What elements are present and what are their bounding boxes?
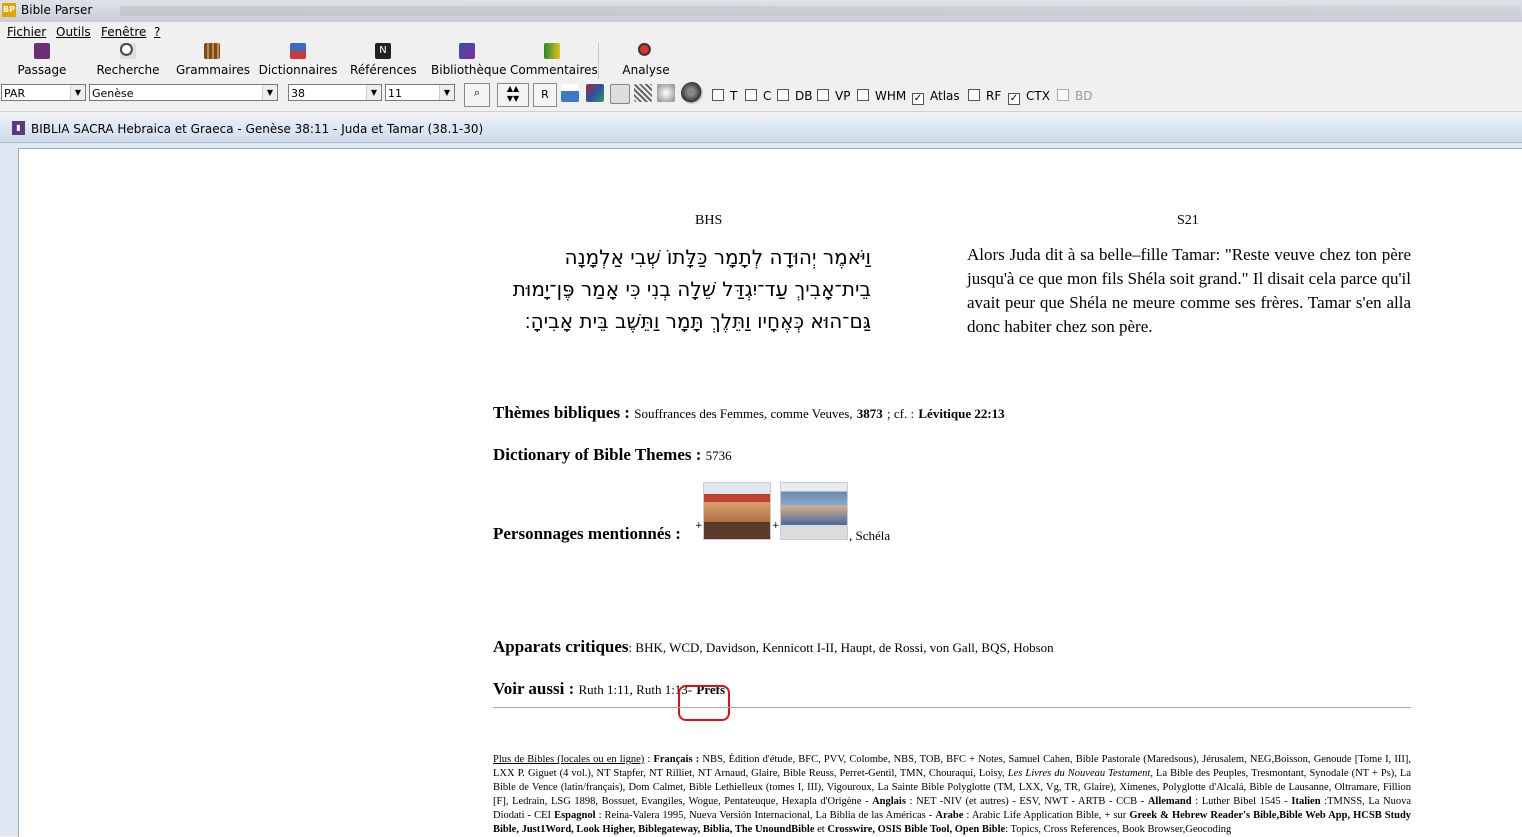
- more-bibles-link[interactable]: Plus de Bibles (locales ou en ligne): [493, 754, 644, 765]
- checkbox-vp[interactable]: VP: [817, 89, 850, 103]
- text-tool-icon[interactable]: [561, 84, 579, 102]
- menu-help[interactable]: ?: [154, 25, 160, 39]
- reference-icon: N: [375, 43, 391, 59]
- app-title-bar: BP Bible Parser: [0, 0, 1522, 23]
- chevron-down-icon: ▼: [262, 85, 277, 100]
- stacked-books-icon[interactable]: [586, 84, 604, 102]
- bible-window-icon: ▮: [12, 121, 25, 135]
- themes-label: Thèmes bibliques :: [493, 403, 630, 422]
- checkbox-t[interactable]: T: [712, 89, 737, 103]
- passage-content: BHS S21 וַיֹּאמֶר יְהוּדָה לְתָמָר כַּלָ…: [18, 148, 1522, 837]
- themes-separator: ; cf. :: [887, 406, 915, 421]
- menu-fichier[interactable]: Fichier: [7, 25, 46, 39]
- more-bibles-footer: Plus de Bibles (locales ou en ligne) : F…: [493, 754, 1412, 835]
- voir-refs-link[interactable]: Ruth 1:11, Ruth 1:13: [579, 682, 688, 697]
- library-icon: [459, 43, 475, 59]
- version-select[interactable]: PAR ▼: [1, 84, 86, 101]
- camera-icon[interactable]: [681, 82, 703, 104]
- hebrew-line: בֵית־אָבִיךְ עַד־יִגְדַּל שֵׁלָה בְנִי כ…: [512, 277, 871, 301]
- passage-button[interactable]: Passage: [14, 43, 70, 79]
- hebrew-line: וַיֹּאמֶר יְהוּדָה לְתָמָר כַּלָּתוֹ שְׁ…: [564, 245, 871, 269]
- prefs-highlight-ring: [678, 685, 730, 721]
- chevron-down-icon: ▼: [439, 85, 454, 100]
- analysis-magnifier-icon: [638, 43, 654, 59]
- mdi-area: ▮ BIBLIA SACRA Hebraica et Graeca - Genè…: [0, 116, 1522, 837]
- r-button[interactable]: R: [533, 83, 557, 107]
- chapter-select[interactable]: 38 ▼: [288, 84, 382, 101]
- bibliotheque-button[interactable]: Bibliothèque: [431, 43, 507, 79]
- commentaires-button[interactable]: Commentaires: [510, 43, 598, 79]
- dbt-label: Dictionary of Bible Themes :: [493, 445, 702, 464]
- magnifier-icon: ⌕: [473, 86, 481, 99]
- hebrew-text: וַיֹּאמֶר יְהוּדָה לְתָמָר כַּלָּתוֹ שְׁ…: [491, 241, 871, 337]
- footer-divider: [493, 707, 1411, 708]
- apparats-list: : BHK, WCD, Davidson, Kennicott I-II, Ha…: [628, 640, 1054, 655]
- search-verse-button[interactable]: ⌕: [464, 83, 490, 107]
- persons-plus-2: +: [772, 521, 780, 531]
- spinner-arrows-icon: ▲▲ ▼▼: [506, 84, 520, 103]
- title-bar-blurred-area: [120, 6, 1520, 16]
- themes-ref-link[interactable]: Lévitique 22:13: [918, 406, 1004, 421]
- menu-fenetre[interactable]: Fenêtre: [101, 25, 146, 39]
- menu-outils[interactable]: Outils: [56, 25, 91, 39]
- dictionnaires-button[interactable]: Dictionnaires: [258, 43, 338, 79]
- verse-select[interactable]: 11 ▼: [385, 84, 455, 101]
- book-select[interactable]: Genèse ▼: [89, 84, 278, 101]
- references-button[interactable]: N Références: [350, 43, 417, 79]
- app-title: Bible Parser: [21, 3, 93, 17]
- themes-text: Souffrances des Femmes, comme Veuves,: [634, 406, 853, 421]
- persons-label: Personnages mentionnés :: [493, 524, 681, 543]
- recherche-button[interactable]: Recherche: [95, 43, 161, 79]
- checkbox-atlas[interactable]: ✓ Atlas: [912, 89, 960, 105]
- selector-bar: PAR ▼ Genèse ▼ 38 ▼ 11 ▼ ⌕ ▲▲ ▼▼ R T C DB…: [0, 81, 1522, 112]
- menu-bar: Fichier Outils Fenêtre ?: [0, 22, 1522, 41]
- bible-sites-links-2[interactable]: Crosswire, OSIS Bible Tool, Open Bible: [827, 824, 1005, 835]
- column-header-bhs: BHS: [695, 213, 723, 228]
- themes-number-link[interactable]: 3873: [857, 406, 883, 421]
- themes-section: Thèmes bibliques : Souffrances des Femme…: [493, 403, 1005, 423]
- child-window-title: BIBLIA SACRA Hebraica et Graeca - Genèse…: [31, 122, 484, 136]
- dbt-section: Dictionary of Bible Themes : 5736: [493, 445, 732, 465]
- french-translation: Alors Juda dit à sa belle–fille Tamar: "…: [967, 245, 1411, 336]
- checkbox-ctx[interactable]: ✓ CTX: [1008, 89, 1050, 105]
- magnifier-icon: [120, 43, 136, 59]
- apparats-label: Apparats critiques: [493, 637, 629, 656]
- tamar-portrait-image[interactable]: [780, 482, 848, 540]
- checkbox-bd: BD: [1057, 89, 1092, 103]
- chevron-down-icon: ▼: [366, 85, 381, 100]
- apparats-section: Apparats critiques: BHK, WCD, Davidson, …: [493, 637, 1054, 657]
- checkbox-c[interactable]: C: [745, 89, 771, 103]
- book-icon: [34, 43, 50, 59]
- books-icon: [204, 43, 220, 59]
- juda-portrait-image[interactable]: [703, 482, 771, 540]
- checkbox-db[interactable]: DB: [777, 89, 812, 103]
- checkbox-whm[interactable]: WHM: [857, 89, 906, 103]
- checkbox-rf[interactable]: RF: [968, 89, 1001, 103]
- analyse-button[interactable]: Analyse: [618, 43, 674, 79]
- persons-plus-1: +: [695, 521, 703, 531]
- persons-tail: , Schéla: [849, 528, 891, 543]
- toolbar-separator: [598, 43, 599, 79]
- tree-icon[interactable]: [610, 84, 630, 104]
- comment-book-icon: [544, 43, 560, 59]
- navigate-spinner[interactable]: ▲▲ ▼▼: [497, 83, 529, 107]
- hebrew-line: גַּם־הוּא כְּאֶחָיו וַתֵּלֶךְ תָּמָר וַת…: [524, 309, 871, 333]
- main-toolbar: Passage Recherche Grammaires Dictionnair…: [0, 41, 1522, 81]
- persons-section: Personnages mentionnés :: [493, 524, 681, 544]
- column-header-s21: S21: [1177, 213, 1199, 228]
- tools-icon[interactable]: [634, 84, 652, 102]
- dbt-number-link[interactable]: 5736: [706, 448, 732, 463]
- voir-label: Voir aussi :: [493, 679, 575, 698]
- dictionary-icon: [290, 43, 306, 59]
- app-logo-icon: BP: [2, 3, 16, 17]
- disc-icon[interactable]: [657, 84, 675, 102]
- child-window-title-bar: ▮ BIBLIA SACRA Hebraica et Graeca - Genè…: [0, 116, 1522, 143]
- chevron-down-icon: ▼: [70, 85, 85, 100]
- grammaires-button[interactable]: Grammaires: [176, 43, 250, 79]
